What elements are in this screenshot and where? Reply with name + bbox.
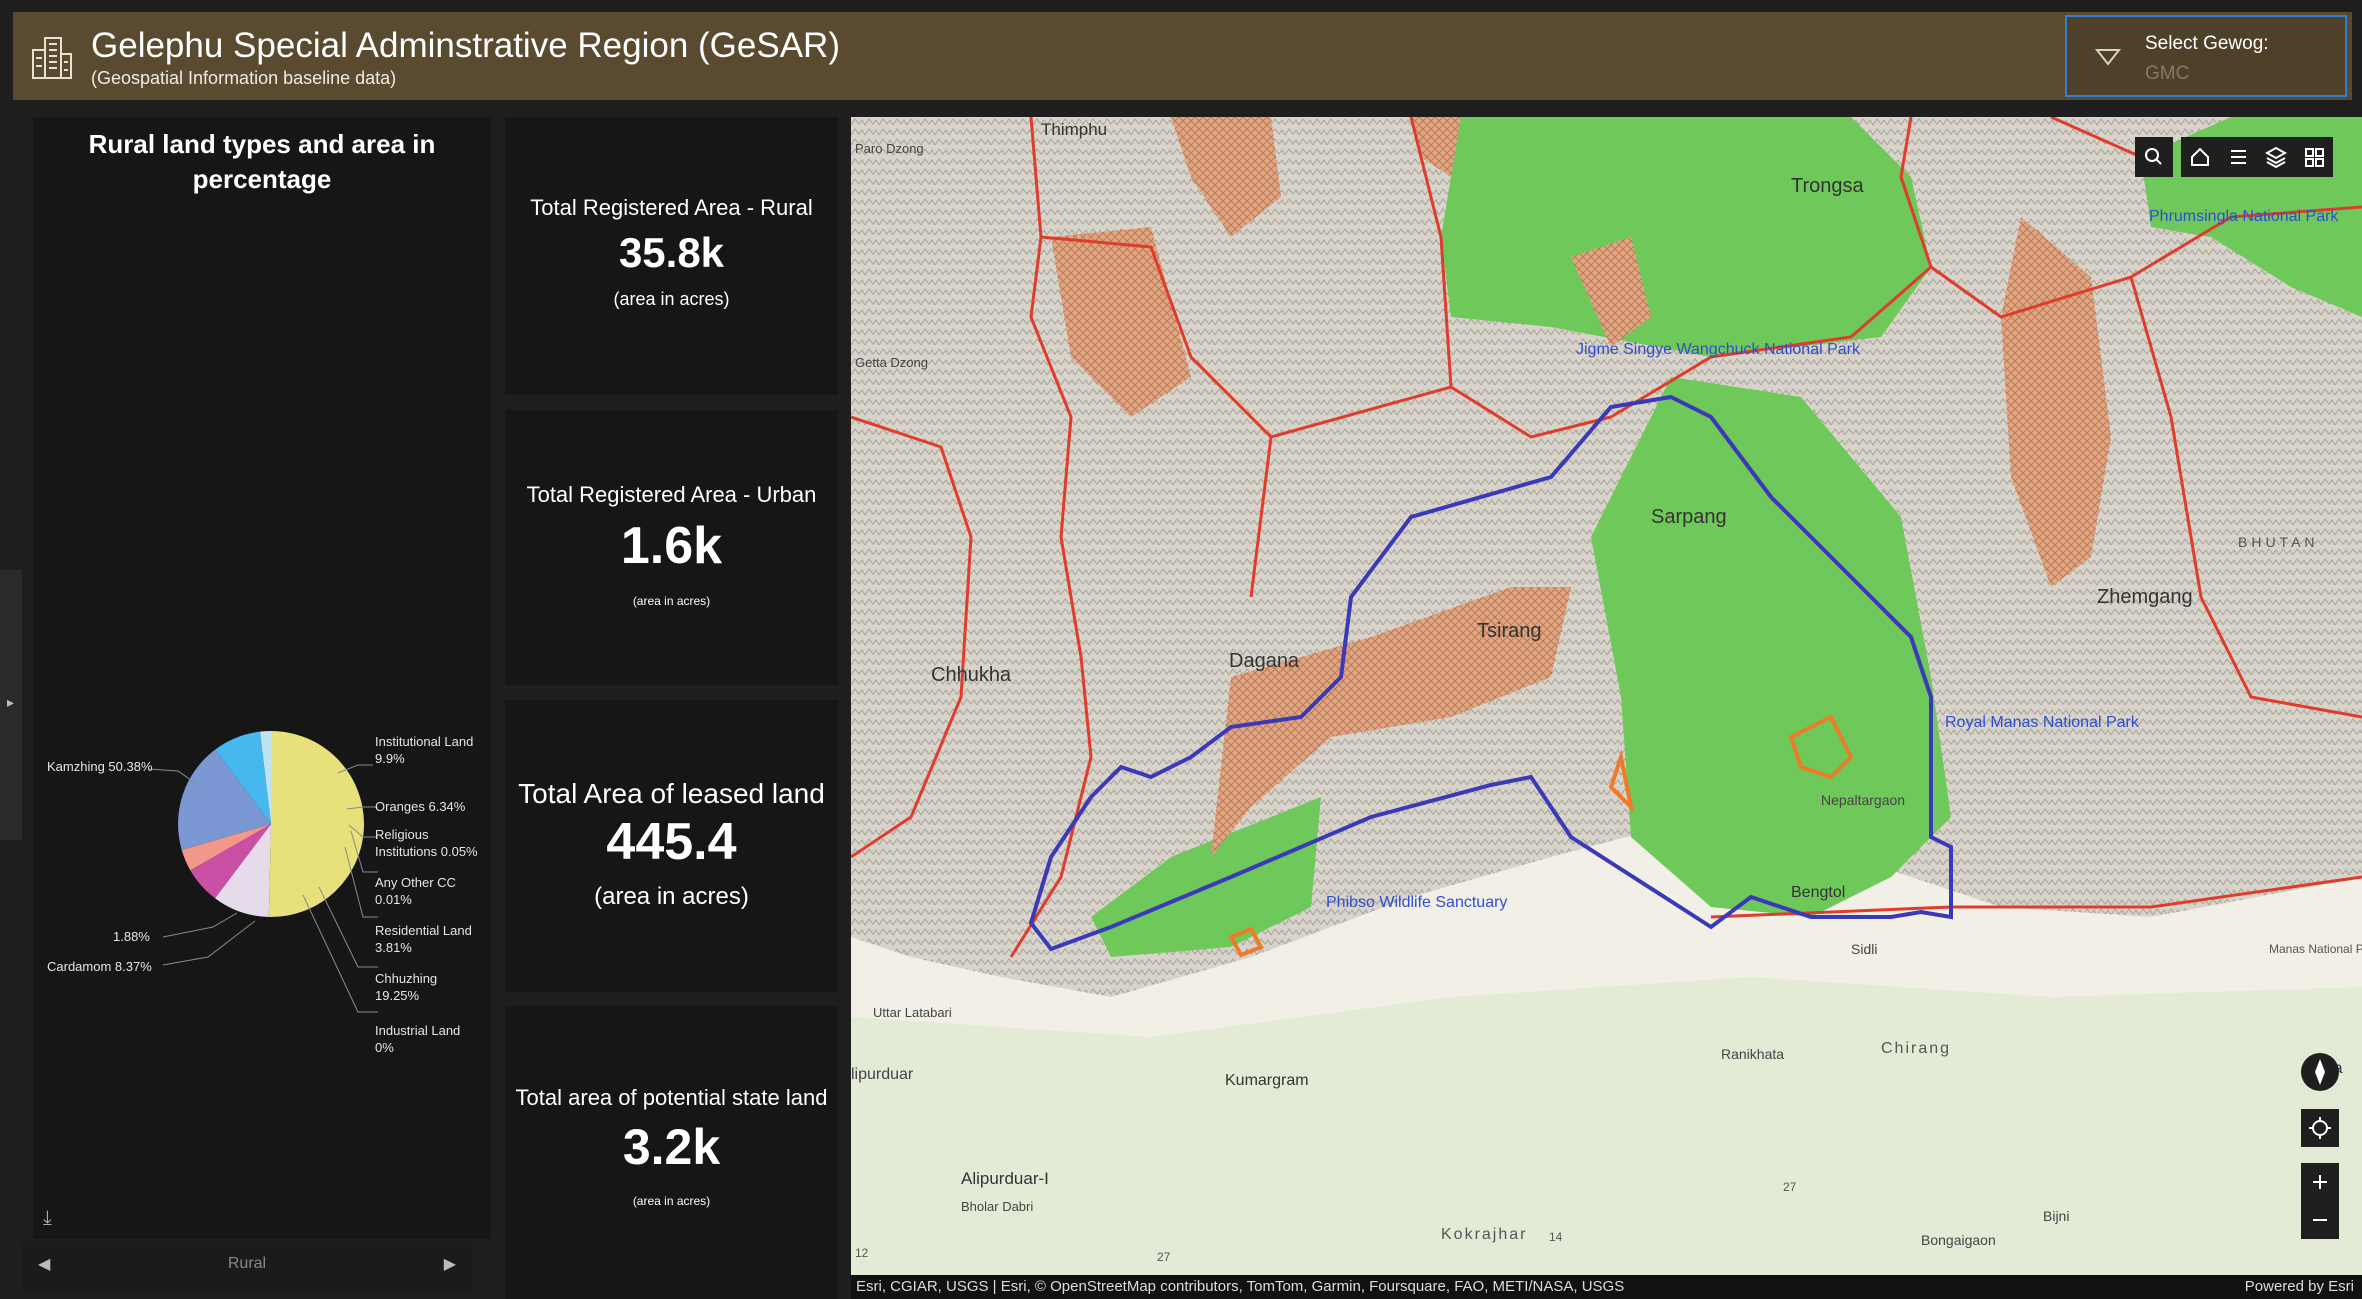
map-label-royal-manas: Royal Manas National Park — [1945, 714, 2140, 731]
stat-value: 445.4 — [606, 813, 737, 871]
basemap-gallery-icon[interactable] — [2295, 137, 2333, 177]
map-label-road-27a: 27 — [1157, 1250, 1171, 1264]
label-institutional: Institutional Land — [375, 734, 473, 749]
stat-value: 1.6k — [620, 517, 723, 575]
pie-chart-title: Rural land types and area in percentage — [88, 129, 436, 194]
map-label-bhutan: BHUTAN — [2238, 534, 2319, 550]
label-cardamom: Cardamom 8.37% — [47, 959, 152, 974]
stat-value: 35.8k — [618, 229, 725, 276]
app-header: Gelephu Special Adminstrative Region (Ge… — [13, 12, 2352, 100]
map-label-bengtol: Bengtol — [1791, 884, 1845, 901]
map-canvas[interactable]: Thimphu Paro Dzong Getta Dzong Trongsa J… — [851, 117, 2362, 1275]
stat-card-state-land: Total area of potential state land 3.2k … — [505, 1006, 838, 1299]
stat-title: Total area of potential state land — [515, 1085, 828, 1110]
map-label-getta: Getta Dzong — [855, 355, 928, 370]
map-label-road-14: 14 — [1549, 1230, 1563, 1244]
map-label-paro: Paro Dzong — [855, 141, 924, 156]
stat-unit: (area in acres) — [632, 1194, 711, 1208]
stat-unit: (area in acres) — [594, 883, 749, 910]
locate-icon[interactable] — [2301, 1109, 2339, 1147]
map-label-phibso: Phibso Wildlife Sanctuary — [1326, 894, 1507, 911]
label-oranges: Oranges 6.34% — [375, 799, 466, 814]
map-label-manas: Manas National Park — [2269, 942, 2362, 956]
map-label-bholar: Bholar Dabri — [961, 1199, 1033, 1214]
map-label-road-27b: 27 — [1783, 1180, 1797, 1194]
map-label-ranikhata: Ranikhata — [1721, 1046, 1784, 1062]
map-label-chhukha: Chhukha — [931, 664, 1012, 686]
map-label-kokrajhar: Kokrajhar — [1441, 1226, 1527, 1243]
label-small-slice: 1.88% — [113, 929, 150, 944]
label-chhuzhing: Chhuzhing — [375, 971, 437, 986]
map-label-chirang: Chirang — [1881, 1040, 1951, 1057]
legend-list-icon[interactable] — [2219, 137, 2257, 177]
map-label-road-12: 12 — [855, 1246, 869, 1260]
label-any-other-pct: 0.01% — [375, 892, 412, 907]
park-jigme — [1441, 117, 1931, 357]
stat-unit: (area in acres) — [613, 289, 730, 309]
map-label-sarpang: Sarpang — [1651, 506, 1727, 528]
buildings-icon — [32, 37, 72, 79]
gewog-selector[interactable]: Select Gewog: GMC — [2065, 15, 2347, 97]
search-icon[interactable] — [2135, 137, 2173, 177]
layers-icon[interactable] — [2257, 137, 2295, 177]
map-label-bijni: Bijni — [2043, 1208, 2069, 1224]
chevron-right-icon: ▸ — [7, 694, 15, 710]
triangle-down-icon — [2095, 49, 2121, 66]
map-attribution: Esri, CGIAR, USGS | Esri, © OpenStreetMa… — [851, 1275, 2362, 1299]
stat-card-leased: Total Area of leased land 445.4 (area in… — [505, 700, 838, 992]
map-label-jigme: Jigme Singye Wangchuck National Park — [1576, 341, 1861, 358]
label-institutional-pct: 9.9% — [375, 751, 405, 766]
map-label-alipurduar: lipurduar — [851, 1066, 914, 1083]
label-residential: Residential Land — [375, 923, 472, 938]
map-label-trongsa: Trongsa — [1791, 175, 1865, 197]
page-title: Gelephu Special Adminstrative Region (Ge… — [91, 26, 840, 65]
home-icon[interactable] — [2181, 137, 2219, 177]
label-religious: Religious — [375, 827, 429, 842]
label-chhuzhing-pct: 19.25% — [375, 988, 420, 1003]
stat-value: 3.2k — [622, 1119, 721, 1175]
gewog-label: Select Gewog: — [2145, 33, 2269, 54]
map-label-bongaigaon: Bongaigaon — [1921, 1232, 1996, 1248]
label-residential-pct: 3.81% — [375, 940, 412, 955]
map-view[interactable]: Thimphu Paro Dzong Getta Dzong Trongsa J… — [851, 117, 2362, 1275]
map-label-dagana: Dagana — [1229, 650, 1300, 672]
stat-title: Total Area of leased land — [518, 778, 825, 809]
side-panel-toggle[interactable]: ▸ — [0, 570, 22, 840]
pie-chart: Kamzhing 50.38% Institutional Land 9.9% … — [47, 731, 478, 1013]
stat-title: Total Registered Area - Rural — [530, 195, 813, 220]
label-any-other: Any Other CC — [375, 875, 456, 890]
map-label-kumargram: Kumargram — [1225, 1072, 1309, 1089]
map-label-alipurduar-1: Alipurduar-I — [961, 1169, 1049, 1188]
map-label-thimphu: Thimphu — [1041, 120, 1107, 139]
powered-by-esri[interactable]: Powered by Esri — [2245, 1278, 2354, 1295]
compass-icon[interactable] — [2301, 1053, 2339, 1091]
map-label-phrumsingla: Phrumsingla National Park — [2149, 208, 2339, 225]
pie-slice-0[interactable] — [268, 731, 364, 917]
gewog-value: GMC — [2145, 63, 2190, 84]
pie-pager: ◀ Rural ▶ — [22, 1241, 472, 1291]
stat-unit: (area in acres) — [632, 594, 711, 608]
map-label-sidli: Sidli — [1851, 941, 1877, 957]
zoom-in-icon[interactable] — [2301, 1163, 2339, 1201]
zoom-out-icon[interactable] — [2301, 1201, 2339, 1239]
label-industrial-pct: 0% — [375, 1040, 394, 1055]
stat-card-rural: Total Registered Area - Rural 35.8k (are… — [505, 117, 838, 395]
stat-card-urban: Total Registered Area - Urban 1.6k (area… — [505, 410, 838, 685]
pie-callout-industrial: Industrial Land 0% — [375, 1023, 460, 1055]
map-label-zhemgang: Zhemgang — [2097, 586, 2193, 608]
pager-label: Rural — [227, 1255, 267, 1272]
label-industrial: Industrial Land — [375, 1023, 460, 1038]
page-subtitle: (Geospatial Information baseline data) — [91, 68, 397, 88]
pager-next-arrow[interactable]: ▶ — [444, 1254, 456, 1274]
map-label-uttar: Uttar Latabari — [873, 1005, 952, 1020]
pie-chart-panel: Rural land types and area in percentage … — [33, 117, 491, 1239]
attribution-sources: Esri, CGIAR, USGS | Esri, © OpenStreetMa… — [856, 1278, 1625, 1295]
stat-title: Total Registered Area - Urban — [526, 482, 817, 507]
map-label-tsirang: Tsirang — [1477, 620, 1541, 642]
map-label-nepaltargaon: Nepaltargaon — [1821, 792, 1905, 808]
label-kamzhing: Kamzhing 50.38% — [47, 759, 153, 774]
download-icon[interactable]: ⤓ — [43, 1207, 52, 1230]
label-religious-pct: Institutions 0.05% — [375, 844, 478, 859]
